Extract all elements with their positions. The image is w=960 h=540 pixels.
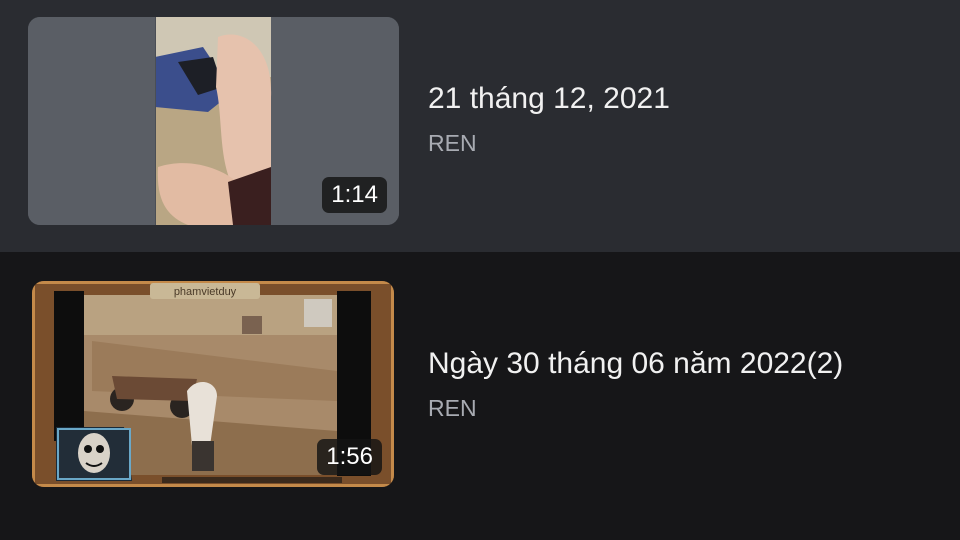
channel-name[interactable]: REN <box>428 129 670 157</box>
duration-badge: 1:14 <box>322 177 387 213</box>
video-item[interactable]: phamvietduy 1:56 Ngày 30 tháng 06 năm 20… <box>0 252 960 540</box>
video-list: 1:14 21 tháng 12, 2021 REN phamvietduy 1… <box>0 0 960 540</box>
video-title[interactable]: 21 tháng 12, 2021 <box>428 80 670 118</box>
duration-badge: 1:56 <box>317 439 382 475</box>
video-thumbnail[interactable]: 1:14 <box>28 17 399 225</box>
video-item[interactable]: 1:14 21 tháng 12, 2021 REN <box>0 0 960 252</box>
video-thumbnail[interactable]: phamvietduy 1:56 <box>32 281 394 487</box>
video-title[interactable]: Ngày 30 tháng 06 năm 2022(2) <box>428 345 843 383</box>
streamer-label: phamvietduy <box>174 286 237 298</box>
channel-name[interactable]: REN <box>428 394 843 422</box>
video-meta: 21 tháng 12, 2021 REN <box>428 80 670 157</box>
video-meta: Ngày 30 tháng 06 năm 2022(2) REN <box>428 345 843 422</box>
